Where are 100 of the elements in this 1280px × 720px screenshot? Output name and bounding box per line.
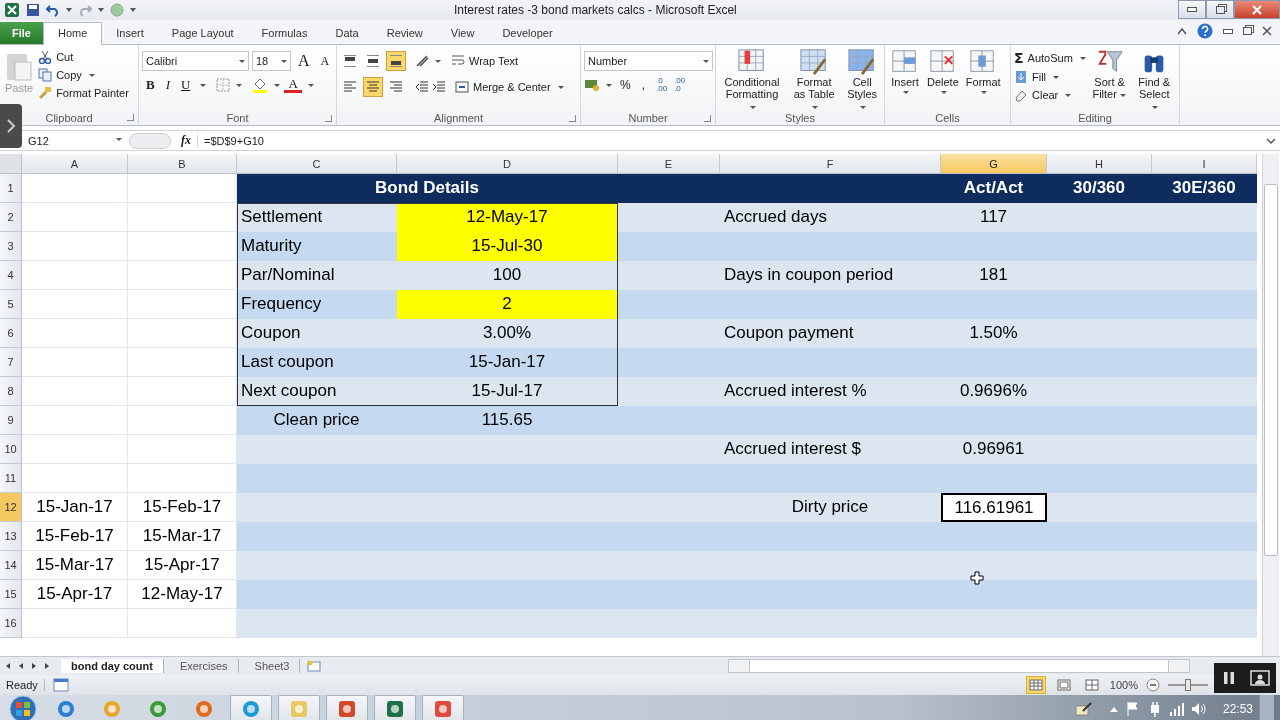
column-header[interactable]: H [1047, 154, 1152, 174]
money-icon[interactable] [584, 78, 600, 92]
row-header[interactable]: 9 [0, 406, 22, 435]
taskbar-button[interactable] [374, 695, 416, 720]
row-header[interactable]: 11 [0, 464, 22, 493]
start-button[interactable] [6, 695, 40, 720]
formula-bar-handle[interactable] [129, 132, 171, 149]
restore-button[interactable] [1243, 27, 1252, 35]
row-header[interactable]: 3 [0, 232, 22, 261]
number-format-field[interactable]: Number [584, 51, 713, 71]
column-header[interactable]: B [128, 154, 237, 174]
sheet-tab[interactable]: bond day count [61, 659, 164, 673]
dialog-launcher-icon[interactable] [127, 114, 134, 122]
expand-icon[interactable] [1266, 136, 1276, 145]
zoom-slider-thumb[interactable] [1185, 679, 1191, 691]
cells-button[interactable]: Format [963, 48, 1003, 97]
row-header[interactable]: 14 [0, 551, 22, 580]
decrease-indent-icon[interactable] [415, 80, 429, 94]
zoom-level[interactable]: 100% [1109, 679, 1138, 691]
dialog-launcher-icon[interactable] [325, 114, 332, 122]
ribbon-tab[interactable]: View [436, 23, 489, 44]
minimize-button[interactable] [1223, 28, 1233, 34]
dialog-launcher-icon[interactable] [704, 114, 711, 122]
pen-icon[interactable] [1074, 701, 1093, 717]
horizontal-scrollbar[interactable] [728, 659, 1190, 673]
person-picture-icon[interactable] [1249, 670, 1270, 686]
ribbon-tab[interactable]: Formulas [247, 23, 322, 44]
zoom-out-icon[interactable] [1146, 678, 1160, 692]
cut-button[interactable]: Cut [38, 50, 129, 64]
italic-button[interactable]: I [161, 77, 174, 93]
help-icon[interactable] [1197, 23, 1213, 39]
cells-button[interactable]: Delete [925, 48, 961, 97]
clear-button[interactable]: Clear [1014, 88, 1087, 102]
column-header[interactable]: E [618, 154, 720, 174]
minimize-button[interactable] [1178, 0, 1206, 19]
dialog-launcher-icon[interactable] [569, 114, 576, 122]
sort-filter-button[interactable]: Sort & Filter [1089, 48, 1130, 100]
row-header[interactable]: 7 [0, 348, 22, 377]
percent-button[interactable]: % [616, 78, 635, 92]
font-name-field[interactable]: Calibri [142, 51, 249, 71]
copy-button[interactable]: Copy [38, 68, 129, 82]
shrink-font-button[interactable]: A [316, 53, 334, 69]
close-button[interactable] [1234, 0, 1280, 19]
vertical-align-button[interactable] [386, 51, 406, 71]
speaker-icon[interactable] [1190, 701, 1207, 717]
row-header[interactable]: 6 [0, 319, 22, 348]
formula-field[interactable]: =$D$9+G10 [197, 134, 1260, 147]
grow-font-button[interactable]: A [294, 52, 314, 70]
sheet-tab[interactable]: Exercises [169, 659, 239, 673]
row-header[interactable]: 16 [0, 609, 22, 638]
find-select-button[interactable]: Find & Select [1132, 48, 1176, 111]
column-header[interactable]: F [720, 154, 941, 174]
merge-center-button[interactable]: Merge & Center [455, 80, 565, 94]
column-header[interactable]: G [941, 154, 1047, 174]
fill-color-icon[interactable] [252, 77, 269, 93]
name-box[interactable]: G12 [28, 134, 123, 147]
taskbar-button[interactable] [230, 695, 272, 720]
row-header[interactable]: 10 [0, 435, 22, 464]
insert-function-button[interactable]: fx [181, 133, 191, 148]
column-header[interactable]: C [237, 154, 397, 174]
side-panel-handle[interactable] [0, 104, 22, 148]
style-button[interactable]: Conditional Formatting [719, 48, 785, 111]
row-header[interactable]: 13 [0, 522, 22, 551]
column-header[interactable]: D [397, 154, 618, 174]
close-icon[interactable] [1262, 26, 1272, 36]
row-header[interactable]: 15 [0, 580, 22, 609]
sheet-tab[interactable]: Sheet3 [244, 659, 301, 673]
ribbon-tab[interactable]: Data [321, 23, 373, 44]
horizontal-align-button[interactable] [363, 77, 383, 97]
ribbon-tab[interactable]: Developer [488, 23, 567, 44]
file-tab[interactable]: File [0, 22, 43, 44]
clock[interactable]: 22:53 [1222, 702, 1253, 716]
decrease-decimal-button[interactable]: .00 .0 [674, 77, 686, 93]
column-header[interactable]: I [1152, 154, 1257, 174]
save-icon[interactable] [26, 3, 40, 17]
row-header[interactable]: 1 [0, 174, 22, 203]
ribbon-tab[interactable]: Page Layout [157, 23, 248, 44]
row-header[interactable]: 12 [0, 493, 22, 522]
restore-button[interactable] [1206, 0, 1234, 19]
undo-icon[interactable] [46, 3, 60, 17]
row-header[interactable]: 8 [0, 377, 22, 406]
cells-button[interactable]: Insert [888, 48, 922, 97]
fill-button[interactable]: Fill [1014, 70, 1087, 84]
wrap-text-button[interactable]: Wrap Text [451, 54, 519, 68]
format-painter-button[interactable]: Format Painter [38, 86, 129, 100]
ribbon-tab[interactable]: Insert [102, 23, 158, 44]
bold-button[interactable]: B [142, 77, 159, 93]
style-button[interactable]: Format as Table [788, 48, 841, 111]
taskbar-button[interactable] [326, 695, 368, 720]
column-header[interactable]: A [22, 154, 128, 174]
increase-indent-icon[interactable] [432, 80, 446, 94]
view-button[interactable] [1025, 676, 1046, 694]
row-header[interactable]: 5 [0, 290, 22, 319]
increase-decimal-button[interactable]: .0 .00 [656, 77, 668, 93]
comma-button[interactable]: , [637, 78, 649, 92]
underline-button[interactable]: U [177, 77, 195, 93]
tray-arrow-icon[interactable] [1108, 705, 1119, 713]
autosum-button[interactable]: Σ AutoSum [1014, 50, 1087, 66]
font-color-button[interactable]: A [284, 77, 302, 93]
font-size-field[interactable]: 18 [252, 51, 291, 71]
